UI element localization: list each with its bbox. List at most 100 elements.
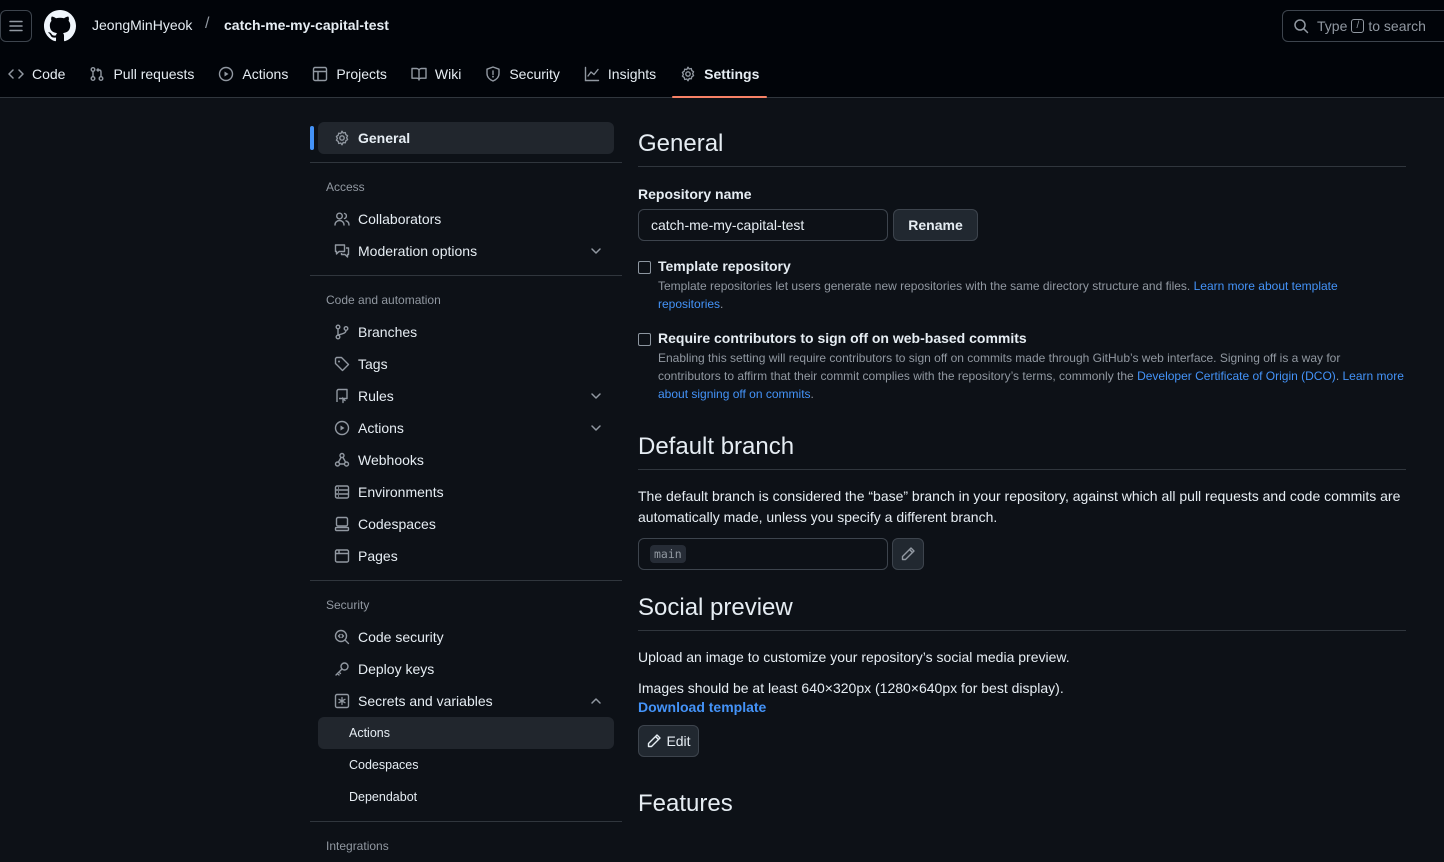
- template-repository-desc: Template repositories let users generate…: [658, 277, 1406, 313]
- settings-main: General Repository name catch-me-my-capi…: [638, 120, 1406, 826]
- graph-icon: [584, 66, 600, 82]
- sidebar-item-label: Pages: [358, 548, 398, 564]
- tag-icon: [334, 356, 350, 372]
- tab-label: Settings: [704, 66, 760, 82]
- tab-label: Projects: [336, 66, 387, 82]
- features-heading: Features: [638, 790, 733, 817]
- repo-name-input[interactable]: catch-me-my-capital-test: [638, 209, 888, 241]
- sidebar-item-pages[interactable]: Pages: [318, 540, 614, 572]
- download-template-link[interactable]: Download template: [638, 699, 766, 715]
- book-icon: [411, 67, 427, 81]
- general-heading: General: [638, 120, 1406, 167]
- tab-code[interactable]: Code: [0, 58, 73, 90]
- dco-link[interactable]: Developer Certificate of Origin (DCO): [1137, 369, 1336, 383]
- rename-button[interactable]: Rename: [893, 209, 978, 241]
- sidebar-divider: [310, 821, 622, 822]
- webhook-icon: [334, 452, 350, 467]
- signoff-title: Require contributors to sign off on web-…: [658, 330, 1027, 346]
- social-preview-heading: Social preview: [638, 584, 1406, 631]
- sidebar-item-collaborators[interactable]: Collaborators: [318, 203, 614, 235]
- sidebar-group-security: Security: [326, 598, 370, 612]
- sidebar-item-deploy-keys[interactable]: Deploy keys: [318, 653, 614, 685]
- repo-name-label: Repository name: [638, 186, 752, 202]
- tab-projects[interactable]: Projects: [304, 58, 395, 90]
- sidebar-group-integrations: Integrations: [326, 839, 389, 853]
- chevron-down-icon: [591, 248, 601, 254]
- search-suffix: to search: [1368, 18, 1426, 34]
- repo-nav-tabs: Code Pull requests Actions Projects Wiki…: [0, 58, 775, 98]
- sidebar-item-label: Moderation options: [358, 243, 478, 259]
- edit-label: Edit: [666, 733, 691, 749]
- sidebar-item-label: Environments: [358, 484, 444, 500]
- sidebar-item-label: Deploy keys: [358, 661, 435, 677]
- sidebar-item-label: Code security: [358, 629, 444, 645]
- chevron-down-icon: [591, 393, 601, 399]
- sidebar-item-actions[interactable]: Actions: [318, 412, 614, 444]
- signoff-checkbox[interactable]: [638, 333, 651, 346]
- sidebar-subitem-label: Actions: [349, 726, 390, 740]
- tab-label: Wiki: [434, 66, 462, 82]
- sidebar-item-branches[interactable]: Branches: [318, 316, 614, 348]
- repo-push-icon: [336, 388, 348, 404]
- sidebar-divider: [310, 580, 622, 581]
- codespaces-icon: [334, 516, 350, 532]
- asterisk-icon: [334, 693, 350, 709]
- sidebar-item-code-security[interactable]: Code security: [318, 621, 614, 653]
- sidebar-subitem-dependabot[interactable]: Dependabot: [318, 781, 614, 813]
- template-desc-text: Template repositories let users generate…: [658, 279, 1191, 293]
- server-icon: [334, 485, 350, 499]
- chevron-down-icon: [591, 425, 601, 431]
- top-bar: JeongMinHyeok / catch-me-my-capital-test…: [0, 0, 1444, 52]
- gear-icon: [335, 130, 349, 146]
- search-icon: [1294, 19, 1309, 34]
- edit-default-branch-button[interactable]: [892, 538, 924, 570]
- tab-settings[interactable]: Settings: [672, 58, 768, 98]
- sidebar-item-codespaces[interactable]: Codespaces: [318, 508, 614, 540]
- edit-social-preview-button[interactable]: Edit: [638, 725, 699, 757]
- code-icon: [8, 69, 24, 79]
- sidebar-item-webhooks[interactable]: Webhooks: [318, 444, 614, 476]
- tab-security[interactable]: Security: [477, 58, 568, 90]
- sidebar-item-moderation-options[interactable]: Moderation options: [318, 235, 614, 267]
- template-desc-end: .: [720, 297, 724, 311]
- sidebar-item-tags[interactable]: Tags: [318, 348, 614, 380]
- git-branch-icon: [335, 324, 349, 340]
- open-menu-button[interactable]: [0, 10, 32, 42]
- search-shortcut-key: /: [1351, 19, 1365, 33]
- browser-icon: [334, 549, 350, 563]
- sidebar-item-secrets-and-variables[interactable]: Secrets and variables: [318, 685, 614, 717]
- sidebar-item-label: Secrets and variables: [358, 693, 493, 709]
- sidebar-item-environments[interactable]: Environments: [318, 476, 614, 508]
- sidebar-item-label: Collaborators: [358, 211, 442, 227]
- sidebar-subitem-actions[interactable]: Actions: [318, 717, 614, 749]
- signoff-desc-end: .: [810, 387, 814, 401]
- sidebar-divider: [310, 162, 622, 163]
- default-branch-heading: Default branch: [638, 423, 1406, 470]
- sidebar-group-access: Access: [326, 180, 365, 194]
- tab-pull-requests[interactable]: Pull requests: [81, 58, 202, 90]
- tab-actions[interactable]: Actions: [210, 58, 296, 90]
- default-branch-value: main: [650, 545, 686, 563]
- search-input[interactable]: Type / to search: [1282, 10, 1444, 42]
- shield-icon: [486, 66, 501, 82]
- social-preview-desc: Upload an image to customize your reposi…: [638, 649, 1070, 665]
- breadcrumb-owner-link[interactable]: JeongMinHyeok: [92, 17, 192, 33]
- sidebar-divider: [310, 275, 622, 276]
- breadcrumb-repo-link[interactable]: catch-me-my-capital-test: [224, 17, 389, 33]
- hamburger-icon: [9, 20, 23, 32]
- github-logo-icon[interactable]: [44, 10, 76, 42]
- sidebar-subitem-codespaces[interactable]: Codespaces: [318, 749, 614, 781]
- codescan-icon: [334, 629, 350, 645]
- tab-label: Code: [32, 66, 66, 82]
- template-repository-checkbox[interactable]: [638, 261, 651, 274]
- sidebar-group-code-automation: Code and automation: [326, 293, 441, 307]
- sidebar-item-general[interactable]: General: [310, 122, 614, 154]
- default-branch-field: main: [638, 538, 888, 570]
- tab-wiki[interactable]: Wiki: [403, 58, 469, 90]
- social-preview-size-note: Images should be at least 640×320px (128…: [638, 680, 1064, 696]
- tab-insights[interactable]: Insights: [576, 58, 664, 90]
- play-icon: [334, 420, 350, 436]
- sidebar-subitem-label: Dependabot: [349, 790, 418, 804]
- sidebar-item-rules[interactable]: Rules: [318, 380, 614, 412]
- settings-sidebar: General Access Collaborators Moderation …: [310, 120, 622, 862]
